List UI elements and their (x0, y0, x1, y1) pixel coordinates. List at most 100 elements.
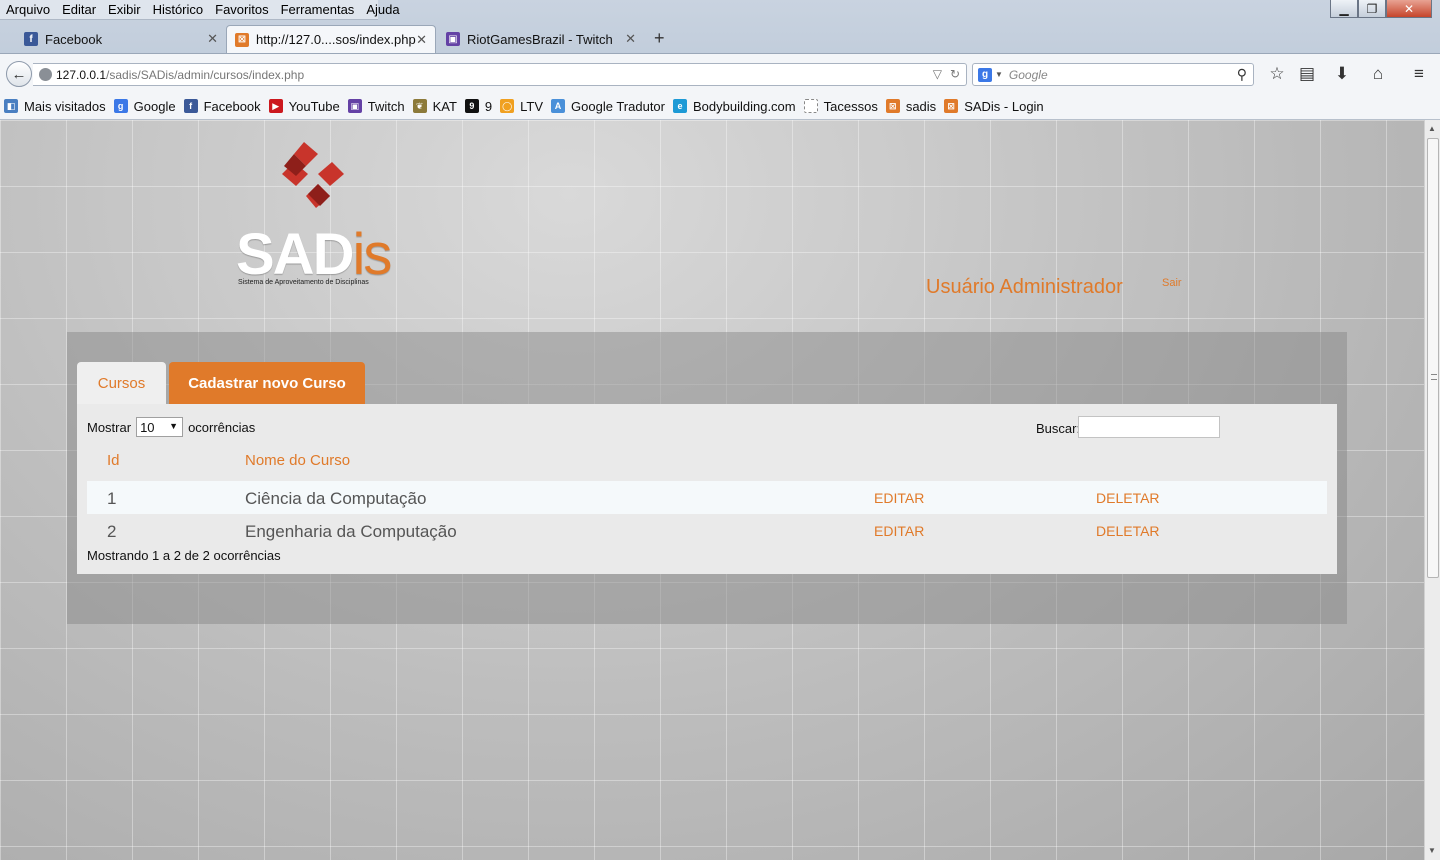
bookmark-item[interactable]: ◧ Mais visitados (4, 99, 106, 114)
download-icon[interactable]: ⬇ (1331, 64, 1353, 84)
bookmark-item[interactable]: e Bodybuilding.com (673, 99, 796, 114)
scroll-down-icon[interactable]: ▼ (1428, 846, 1436, 855)
facebook-icon: f (183, 99, 198, 113)
sadis-favicon-icon: ⊠ (885, 99, 900, 113)
url-bar[interactable]: 127.0.0.1 /sadis/SADis/admin/cursos/inde… (33, 63, 967, 86)
search-placeholder: Google (1008, 67, 1048, 82)
close-icon[interactable]: ✕ (207, 31, 218, 47)
bookmark-item[interactable]: ◯ LTV (500, 99, 543, 114)
menu-arquivo[interactable]: Arquivo (0, 2, 56, 17)
page-length-select[interactable]: 10 ▼ (136, 417, 184, 437)
browser-chrome: Arquivo Editar Exibir Histórico Favorito… (0, 0, 1440, 120)
back-button[interactable]: ← (6, 61, 32, 87)
table-info: Mostrando 1 a 2 de 2 ocorrências (87, 548, 281, 563)
bookmark-label: KAT (432, 98, 457, 114)
scrollbar-thumb[interactable] (1427, 138, 1439, 578)
arrow-left-icon: ← (11, 65, 27, 83)
bookmark-item[interactable]: ▣ Twitch (347, 99, 405, 114)
logo-word-main: SAD (236, 222, 354, 287)
tab-bar: f Facebook ✕ ⊠ http://127.0....sos/index… (0, 25, 1440, 53)
table-row: 1 Ciência da Computação EDITAR DELETAR (87, 481, 1327, 514)
page-length-value: 10 (140, 419, 155, 435)
logo-mark-icon (282, 142, 344, 208)
tab-cursos[interactable]: Cursos (77, 362, 166, 404)
google-icon[interactable]: g (978, 67, 992, 82)
course-name: Ciência da Computação (245, 489, 427, 508)
tab-facebook[interactable]: f Facebook ✕ (16, 25, 226, 53)
bookmark-label: Google Tradutor (571, 98, 665, 114)
url-host: 127.0.0.1 (56, 67, 107, 82)
bookmark-label: Google (133, 98, 176, 114)
reload-icon[interactable]: ↻ (950, 67, 960, 81)
menu-favoritos[interactable]: Favoritos (209, 2, 274, 17)
new-tab-button[interactable]: + (654, 28, 665, 49)
page-content: SADis Sistema de Aproveitamento de Disci… (0, 120, 1424, 860)
search-icon[interactable]: ⚲ (1237, 66, 1247, 83)
menu-ajuda[interactable]: Ajuda (360, 2, 405, 17)
edit-link[interactable]: EDITAR (874, 490, 924, 506)
tab-label: RiotGamesBrazil - Twitch (467, 31, 613, 47)
logo-tagline: Sistema de Aproveitamento de Disciplinas (238, 279, 369, 286)
edit-link[interactable]: EDITAR (874, 523, 924, 539)
delete-link[interactable]: DELETAR (1096, 523, 1160, 539)
bookmark-label: SADis - Login (964, 98, 1044, 114)
entries-label: ocorrências (188, 419, 256, 435)
table-search-input[interactable] (1078, 416, 1220, 438)
tab-label: Facebook (45, 31, 103, 47)
vertical-scrollbar[interactable]: ▲ ▼ (1424, 120, 1440, 860)
minimize-button[interactable]: ▁ (1330, 0, 1358, 18)
menu-editar[interactable]: Editar (56, 2, 102, 17)
user-name: Usuário Administrador (926, 276, 1123, 298)
twitch-icon: ▣ (347, 99, 362, 113)
bookmark-item[interactable]: ⊠ sadis (885, 99, 936, 114)
youtube-icon: ▶ (268, 99, 283, 113)
maximize-button[interactable]: ❐ (1358, 0, 1386, 18)
page-length-control: Mostrar 10 ▼ ocorrências (87, 417, 255, 437)
bookmarks-list-icon[interactable]: ▤ (1296, 64, 1318, 84)
history-dropdown-icon[interactable]: ▽ (933, 67, 942, 81)
bookmark-item[interactable]: 99 (464, 98, 493, 114)
bookmark-item[interactable]: Tacessos (803, 99, 878, 114)
close-window-button[interactable]: ✕ (1386, 0, 1432, 18)
facebook-icon: f (24, 32, 38, 46)
bookmarks-bar: ◧ Mais visitados g Google f Facebook ▶ YouTube ▣… (0, 93, 1440, 120)
google-icon: g (113, 99, 128, 113)
bodybuilding-icon: e (673, 99, 687, 113)
logout-link[interactable]: Sair (1162, 277, 1182, 289)
close-icon[interactable]: ✕ (416, 32, 427, 48)
sadis-favicon-icon: ⊠ (944, 99, 959, 113)
delete-link[interactable]: DELETAR (1096, 490, 1160, 506)
course-name: Engenharia da Computação (245, 522, 457, 541)
bookmark-label: 9 (484, 98, 493, 114)
course-id: 2 (107, 522, 117, 541)
bookmark-star-icon[interactable]: ☆ (1266, 64, 1288, 84)
bookmark-label: YouTube (288, 98, 340, 114)
menu-ferramentas[interactable]: Ferramentas (275, 2, 361, 17)
tab-twitch[interactable]: ▣ RiotGamesBrazil - Twitch ✕ (438, 25, 644, 53)
column-header-nome-do-curso[interactable]: Nome do Curso (245, 452, 350, 469)
bookmark-item[interactable]: A Google Tradutor (551, 99, 665, 114)
bookmark-label: Facebook (203, 98, 261, 114)
menu-historico[interactable]: Histórico (147, 2, 210, 17)
search-bar[interactable]: g ▼ Google ⚲ (972, 63, 1254, 86)
bookmark-label: Bodybuilding.com (693, 98, 796, 114)
bookmark-item[interactable]: ⊠ SADis - Login (944, 98, 1044, 114)
bookmark-item[interactable]: f Facebook (183, 98, 261, 114)
globe-icon (39, 68, 52, 81)
chevron-down-icon: ▼ (169, 421, 179, 431)
menu-exibir[interactable]: Exibir (102, 2, 147, 17)
bookmark-item[interactable]: ▶ YouTube (268, 98, 340, 114)
bookmark-label: Mais visitados (24, 98, 106, 114)
home-icon[interactable]: ⌂ (1367, 64, 1389, 84)
bookmark-item[interactable]: g Google (113, 98, 176, 114)
tab-sadis[interactable]: ⊠ http://127.0....sos/index.php ✕ (226, 25, 436, 53)
tab-cadastrar-novo-curso[interactable]: Cadastrar novo Curso (169, 362, 365, 404)
column-header-id[interactable]: Id (107, 452, 120, 469)
chevron-down-icon[interactable]: ▼ (995, 70, 1003, 79)
logo-word-accent: is (352, 222, 392, 287)
menu-icon[interactable]: ≡ (1408, 64, 1430, 84)
close-icon[interactable]: ✕ (625, 31, 636, 47)
google-tradutor-icon: A (551, 99, 566, 113)
scroll-up-icon[interactable]: ▲ (1428, 124, 1436, 133)
bookmark-item[interactable]: ❦ KAT (412, 98, 457, 114)
